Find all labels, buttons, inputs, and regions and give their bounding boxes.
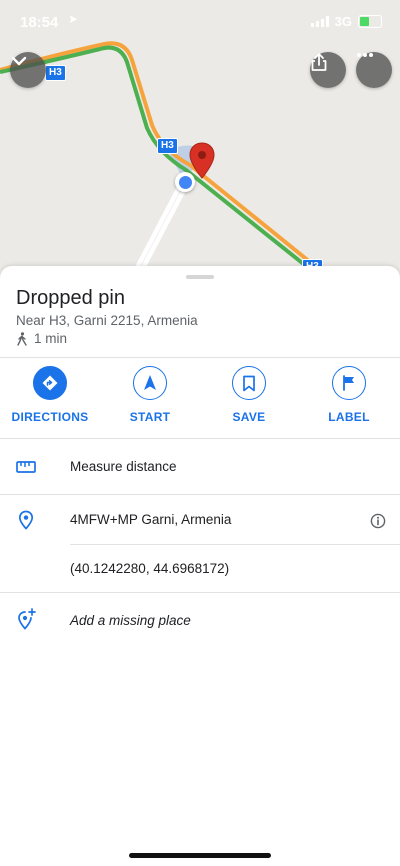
road-label-h3: H3 (157, 138, 178, 154)
coordinates-row[interactable]: (40.1242280, 44.6968172) (0, 544, 400, 592)
directions-button[interactable]: DIRECTIONS (5, 366, 95, 424)
coordinates-text: (40.1242280, 44.6968172) (70, 561, 230, 576)
navigation-arrow-icon (144, 375, 156, 390)
home-indicator[interactable] (129, 853, 271, 858)
walking-icon (17, 331, 27, 346)
divider (0, 357, 400, 358)
share-button[interactable] (310, 52, 346, 88)
location-arrow-icon: ➤ (68, 12, 79, 26)
measure-distance-row[interactable]: Measure distance (0, 438, 400, 494)
status-bar: 18:54 ➤ 3G (0, 0, 400, 44)
directions-label: DIRECTIONS (11, 410, 89, 424)
plus-code-text: 4MFW+MP Garni, Armenia (70, 512, 232, 527)
signal-icon (310, 16, 329, 27)
start-button[interactable]: START (105, 366, 195, 424)
walk-time-text: 1 min (34, 331, 68, 346)
add-location-icon (18, 608, 36, 630)
label-label: LABEL (328, 410, 370, 424)
label-button[interactable]: LABEL (304, 366, 394, 424)
share-icon (311, 53, 327, 71)
bookmark-icon (243, 375, 255, 391)
more-horizontal-icon (357, 53, 373, 57)
location-pin-icon (18, 510, 34, 530)
plus-code-row[interactable]: 4MFW+MP Garni, Armenia (0, 494, 400, 544)
more-options-button[interactable] (356, 52, 392, 88)
flag-icon (343, 375, 354, 391)
start-label: START (129, 410, 171, 424)
battery-icon (358, 15, 382, 28)
place-address: Near H3, Garni 2215, Armenia (16, 313, 198, 328)
action-bar: DIRECTIONS START SAVE LABEL (0, 366, 400, 438)
dropped-pin-icon[interactable] (189, 142, 215, 180)
road-label-h3: H3 (45, 65, 66, 81)
save-label: SAVE (232, 410, 266, 424)
place-title: Dropped pin (16, 287, 125, 309)
network-type: 3G (334, 14, 352, 29)
add-missing-place-row[interactable]: Add a missing place (0, 592, 400, 648)
info-icon[interactable] (370, 513, 386, 529)
ruler-icon (16, 461, 36, 473)
map-view[interactable]: H3 H3 H3 18:54 ➤ 3G (0, 0, 400, 290)
measure-distance-label: Measure distance (70, 459, 177, 474)
save-button[interactable]: SAVE (204, 366, 294, 424)
chevron-down-icon (11, 56, 27, 66)
directions-icon (42, 375, 58, 391)
collapse-button[interactable] (10, 52, 46, 88)
status-time: 18:54 (20, 14, 59, 31)
place-sheet: Dropped pin Near H3, Garni 2215, Armenia… (0, 266, 400, 866)
walk-time: 1 min (16, 331, 67, 346)
drag-handle[interactable] (186, 275, 214, 279)
add-missing-place-label: Add a missing place (70, 613, 191, 628)
